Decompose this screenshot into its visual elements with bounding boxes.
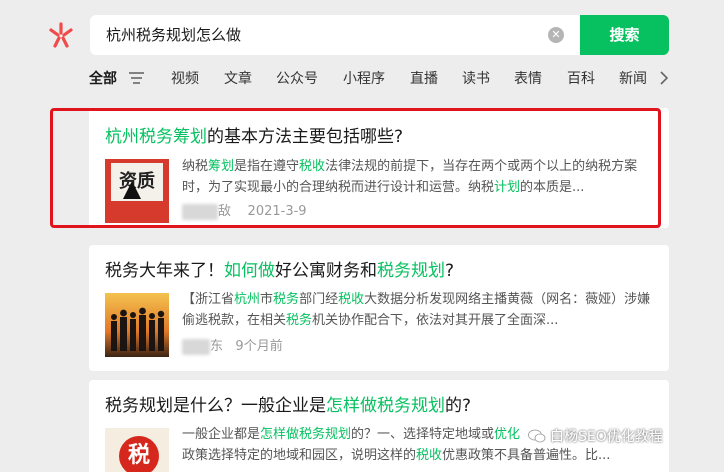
result-thumbnail: 税 (105, 428, 169, 472)
tab-article[interactable]: 文章 (224, 68, 252, 90)
tab-bar: 全部 视频 文章 公众号 小程序 直播 读书 表情 百科 新闻 (89, 68, 724, 90)
tab-news[interactable]: 新闻 (619, 68, 647, 90)
watermark: 白杨SEO优化教程 (528, 426, 718, 448)
tab-books[interactable]: 读书 (462, 68, 490, 90)
blurred-source (182, 338, 210, 355)
thumbnail-caption: 税 (119, 436, 159, 472)
result-title[interactable]: 税务规划是什么？一般企业是怎样做税务规划的? (105, 394, 471, 418)
search-input[interactable] (106, 15, 536, 55)
tab-encyclopedia[interactable]: 百科 (567, 68, 595, 90)
result-snippet: 【浙江省杭州市税务部门经税收大数据分析发现网络主播黄薇（网名：薇娅）涉嫌偷逃税款… (182, 292, 651, 328)
chevron-right-icon[interactable] (659, 70, 669, 86)
wechat-bubble-icon (528, 429, 546, 443)
tab-mini-program[interactable]: 小程序 (343, 68, 385, 90)
result-card[interactable]: 税务大年来了！如何做好公寓财务和税务规划? 【浙江省杭州市税务部门经税收大数据分… (89, 245, 669, 371)
search-button[interactable]: 搜索 (580, 15, 669, 55)
result-date: 9个月前 (235, 339, 283, 354)
wechat-search-logo-icon (49, 22, 73, 48)
tab-all[interactable]: 全部 (89, 68, 117, 90)
result-meta: 东 9个月前 (182, 335, 283, 355)
result-title[interactable]: 税务大年来了！如何做好公寓财务和税务规划? (105, 259, 454, 283)
tab-stickers[interactable]: 表情 (514, 68, 542, 90)
tab-live[interactable]: 直播 (410, 68, 438, 90)
search-box[interactable]: ✕ (90, 15, 580, 55)
red-highlight-frame (50, 108, 661, 228)
filter-icon[interactable] (129, 71, 144, 85)
tab-official-account[interactable]: 公众号 (276, 68, 318, 90)
clear-icon[interactable]: ✕ (548, 27, 564, 43)
top-bar: ✕ 搜索 全部 视频 文章 公众号 小程序 直播 读书 表情 百科 新闻 (0, 0, 724, 105)
result-thumbnail (105, 293, 169, 357)
tab-video[interactable]: 视频 (171, 68, 199, 90)
